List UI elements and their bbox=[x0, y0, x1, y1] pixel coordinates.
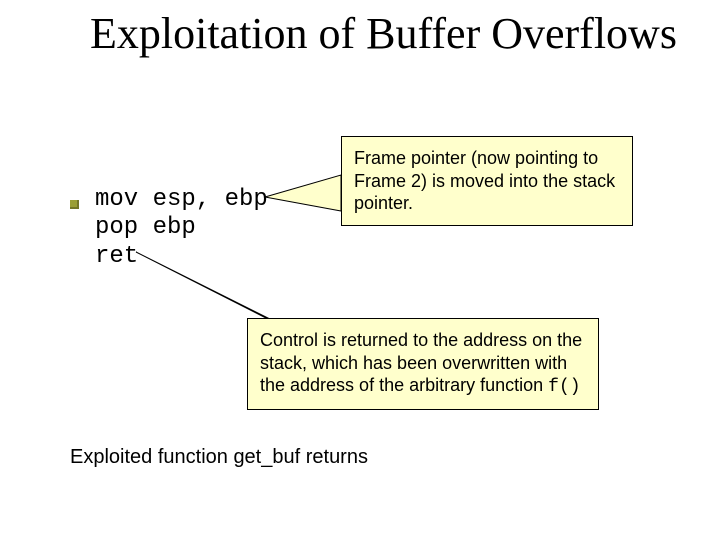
callout-control-return: Control is returned to the address on th… bbox=[247, 318, 599, 410]
code-line-1: mov esp, ebp bbox=[95, 186, 268, 213]
code-line-3: ret bbox=[95, 243, 138, 270]
callout-frame-pointer: Frame pointer (now pointing to Frame 2) … bbox=[341, 136, 633, 226]
bullet-icon bbox=[70, 200, 79, 209]
code-line-2: pop ebp bbox=[95, 214, 196, 241]
subtitle: Exploited function get_buf returns bbox=[70, 446, 368, 469]
callout-lower-code: f() bbox=[548, 377, 580, 397]
callout-upper-text: Frame pointer (now pointing to Frame 2) … bbox=[354, 148, 615, 213]
callout-lower-text: Control is returned to the address on th… bbox=[260, 330, 582, 395]
slide: Exploitation of Buffer Overflows mov esp… bbox=[0, 0, 720, 540]
slide-title: Exploitation of Buffer Overflows bbox=[90, 10, 677, 58]
